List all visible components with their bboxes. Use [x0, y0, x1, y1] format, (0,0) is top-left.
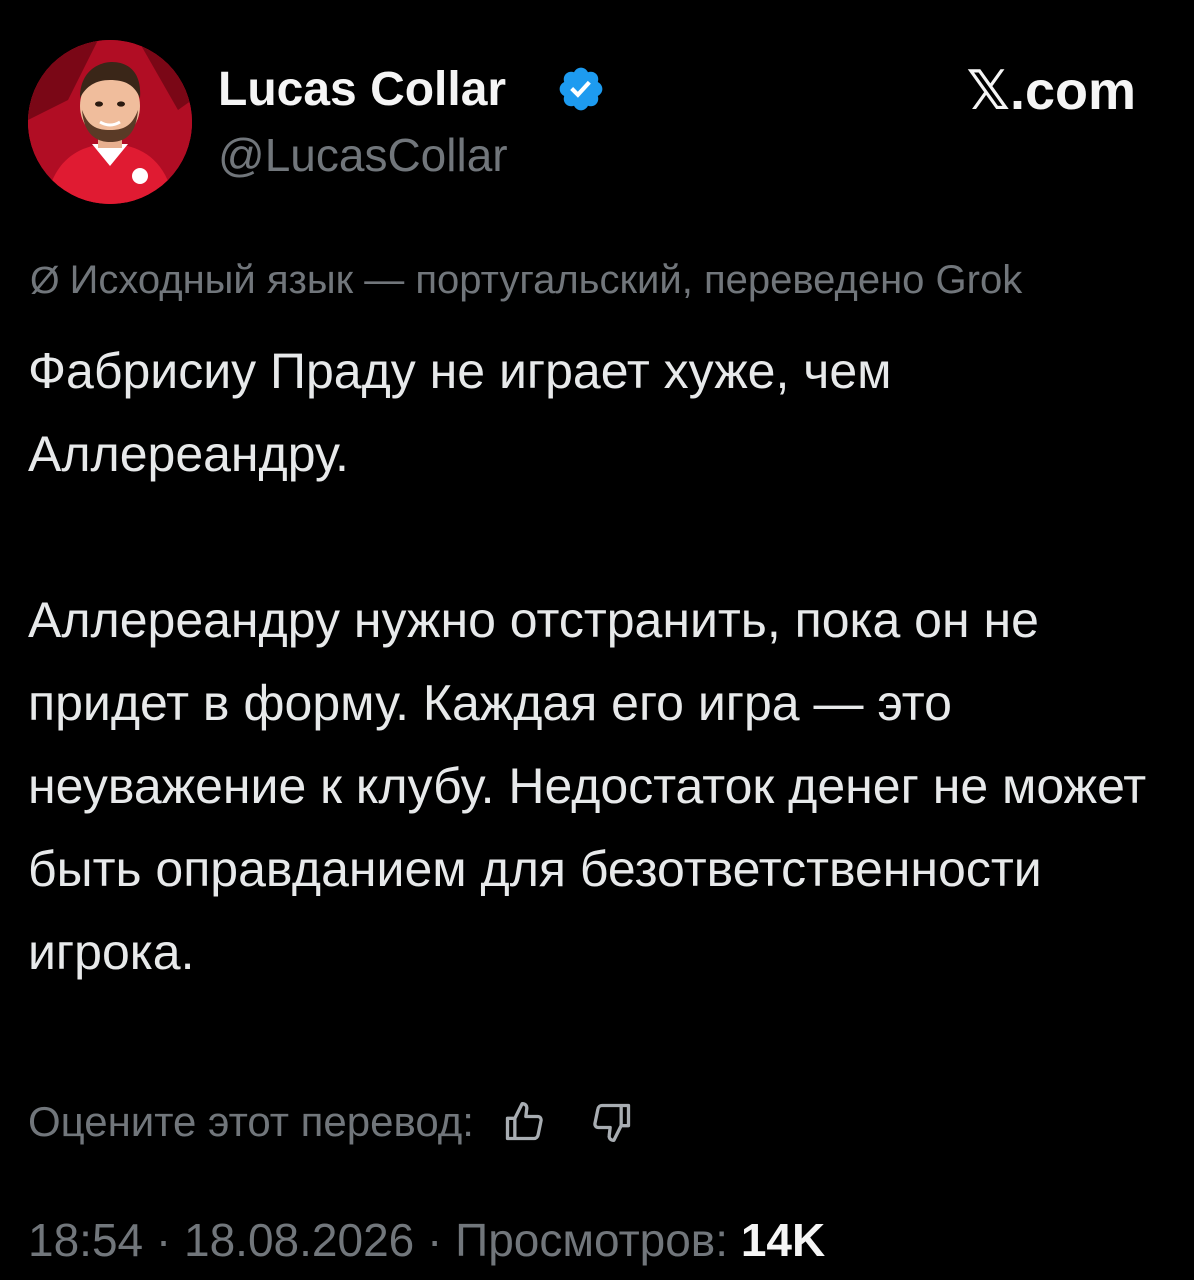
rate-translation-label: Оцените этот перевод: [28, 1098, 474, 1145]
avatar-image [28, 40, 192, 204]
translation-note: Ø Исходный язык — португальский, переведе… [30, 252, 1110, 309]
thumbs-down-button[interactable] [588, 1098, 636, 1146]
tweet-paragraph: Фабрисиу Праду не играет хуже, чем Аллер… [28, 343, 892, 482]
tweet-meta: 18:54 · 18.08.2026 · Просмотров: 14K [28, 1210, 825, 1270]
views-count: 14K [740, 1214, 826, 1266]
rate-translation-row: Оцените этот перевод: [28, 1092, 636, 1152]
site-label: 𝕏.com [966, 61, 1136, 121]
meta-separator: · [143, 1214, 185, 1266]
thumbs-up-icon [505, 1102, 543, 1141]
verified-badge-icon [559, 67, 603, 111]
avatar[interactable] [28, 40, 192, 204]
author-name[interactable]: Lucas Collar [218, 60, 506, 120]
translation-note-text: Исходный язык — португальский, переведен… [69, 258, 1023, 302]
tweet-text: Фабрисиу Праду не играет хуже, чем Аллер… [28, 330, 1178, 994]
thumbs-up-button[interactable] [500, 1098, 548, 1146]
tweet-date[interactable]: 18.08.2026 [184, 1214, 414, 1266]
author-handle[interactable]: @LucasCollar [218, 126, 508, 184]
thumbs-down-icon [593, 1103, 631, 1142]
views-label: Просмотров: [455, 1214, 729, 1266]
translate-slash-icon: Ø [30, 260, 60, 302]
meta-separator: · [414, 1214, 456, 1266]
tweet-paragraph: Аллереандру нужно отстранить, пока он не… [28, 592, 1147, 980]
tweet-time[interactable]: 18:54 [28, 1214, 143, 1266]
